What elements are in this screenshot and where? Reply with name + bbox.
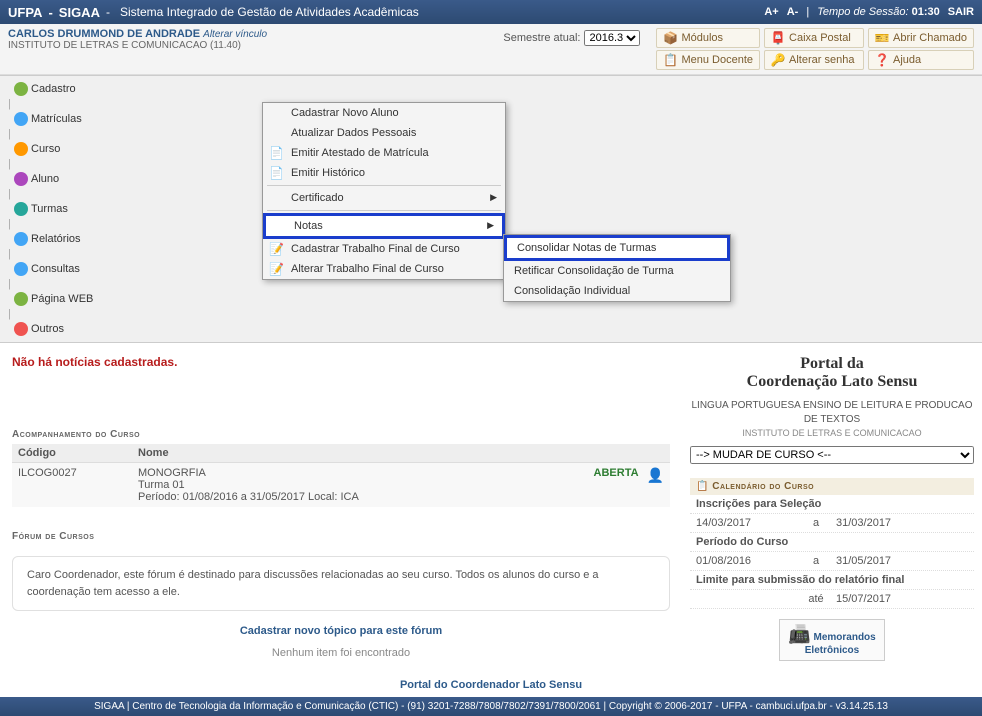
no-news-notice: Não há notícias cadastradas. — [12, 355, 670, 369]
col-codigo: Código — [18, 447, 138, 459]
quicklink-módulos[interactable]: 📦Módulos — [656, 28, 760, 48]
change-link[interactable]: Alterar vínculo — [203, 29, 267, 40]
menu-icon — [14, 232, 28, 246]
submenu-item-retificar-consolidação-de-turma[interactable]: Retificar Consolidação de Turma — [504, 261, 730, 281]
dropdown-item-icon: 📄 — [269, 146, 283, 160]
menu-icon — [14, 202, 28, 216]
aluno-dropdown: Cadastrar Novo AlunoAtualizar Dados Pess… — [262, 102, 506, 280]
dropdown-item-cadastrar-novo-aluno[interactable]: Cadastrar Novo Aluno — [263, 103, 505, 123]
menu-curso[interactable]: Curso — [8, 140, 99, 158]
submenu-item-consolidação-individual[interactable]: Consolidação Individual — [504, 281, 730, 301]
memo-button[interactable]: 📠 MemorandosEletrônicos — [779, 619, 884, 661]
semester-select[interactable]: 2016.3 — [584, 30, 640, 46]
cell-name1: MONOGRFIA — [138, 467, 594, 479]
user-name: CARLOS DRUMMOND DE ANDRADE — [8, 28, 200, 40]
quicklink-menu-docente[interactable]: 📋Menu Docente — [656, 50, 760, 70]
dropdown-item-atualizar-dados-pessoais[interactable]: Atualizar Dados Pessoais — [263, 123, 505, 143]
quicklink-icon: ❓ — [875, 53, 889, 67]
menu-icon — [14, 142, 28, 156]
cal-r1-d2: 31/03/2017 — [836, 517, 936, 529]
dropdown-item-certificado[interactable]: Certificado — [263, 188, 505, 208]
cell-status: ABERTA — [594, 467, 647, 503]
cell-name2: Turma 01 — [138, 479, 594, 491]
forum-new-topic-link[interactable]: Cadastrar novo tópico para este fórum — [240, 625, 442, 637]
dropdown-item-icon: 📄 — [269, 166, 283, 180]
quicklink-abrir-chamado[interactable]: 🎫Abrir Chamado — [868, 28, 974, 48]
menu-icon — [14, 292, 28, 306]
footer: SIGAA | Centro de Tecnologia da Informaç… — [0, 697, 982, 716]
cal-r1-d1: 14/03/2017 — [696, 517, 796, 529]
menu-página-web[interactable]: Página WEB — [8, 290, 99, 308]
session-label: Tempo de Sessão: — [817, 6, 908, 18]
menu-icon — [14, 172, 28, 186]
cal-r3-label: Limite para submissão do relatório final — [696, 574, 968, 586]
menu-aluno[interactable]: Aluno — [8, 170, 99, 188]
cal-r2-label: Período do Curso — [696, 536, 968, 548]
menu-icon — [14, 112, 28, 126]
font-decrease[interactable]: A- — [787, 6, 799, 18]
table-header: Código Nome — [12, 444, 670, 463]
dropdown-item-alterar-trabalho-final-de-curso[interactable]: 📝Alterar Trabalho Final de Curso — [263, 259, 505, 279]
forum-title: Fórum de Cursos — [12, 531, 670, 542]
user-dept: INSTITUTO DE LETRAS E COMUNICACAO (11.40… — [8, 40, 503, 51]
top-bar: UFPA - SIGAA - Sistema Integrado de Gest… — [0, 0, 982, 24]
exit-link[interactable]: SAIR — [948, 6, 974, 18]
dropdown-item-emitir-atestado-de-matrícula[interactable]: 📄Emitir Atestado de Matrícula — [263, 143, 505, 163]
quicklink-icon: 📦 — [663, 31, 677, 45]
quicklink-alterar-senha[interactable]: 🔑Alterar senha — [764, 50, 864, 70]
quicklink-icon: 📋 — [663, 53, 677, 67]
cal-r1-label: Inscrições para Seleção — [696, 498, 968, 510]
quicklink-icon: 🎫 — [875, 31, 889, 45]
cell-code: ILCOG0027 — [18, 467, 138, 503]
col-nome: Nome — [138, 447, 169, 459]
cal-r2-d2: 31/05/2017 — [836, 555, 936, 567]
menu-relatórios[interactable]: Relatórios — [8, 230, 99, 248]
acomp-title: Acompanhamento do Curso — [12, 429, 670, 440]
menu-icon — [14, 82, 28, 96]
menu-cadastro[interactable]: Cadastro — [8, 80, 99, 98]
course-dept: INSTITUTO DE LETRAS E COMUNICACAO — [690, 427, 974, 440]
person-icon[interactable]: 👤 — [647, 467, 664, 503]
cal-r2-d1: 01/08/2016 — [696, 555, 796, 567]
main-menu: Cadastro|Matrículas|Curso|Aluno|Turmas|R… — [0, 75, 982, 343]
session-time: 01:30 — [912, 6, 940, 18]
menu-icon — [14, 262, 28, 276]
font-increase[interactable]: A+ — [764, 6, 778, 18]
quicklink-icon: 🔑 — [771, 53, 785, 67]
cell-period: Período: 01/08/2016 a 31/05/2017 Local: … — [138, 491, 594, 503]
dropdown-item-notas[interactable]: Notas — [263, 213, 505, 239]
system-name: SIGAA — [59, 5, 100, 20]
menu-outros[interactable]: Outros — [8, 320, 99, 338]
portal-title: Portal da Coordenação Lato Sensu — [690, 355, 974, 391]
dropdown-item-emitir-histórico[interactable]: 📄Emitir Histórico — [263, 163, 505, 183]
dropdown-item-icon: 📝 — [269, 242, 283, 256]
menu-matrículas[interactable]: Matrículas — [8, 110, 99, 128]
course-name: LINGUA PORTUGUESA ENSINO DE LEITURA E PR… — [690, 399, 974, 427]
change-course-select[interactable]: --> MUDAR DE CURSO <-- — [690, 446, 974, 464]
menu-consultas[interactable]: Consultas — [8, 260, 99, 278]
dropdown-item-cadastrar-trabalho-final-de-curso[interactable]: 📝Cadastrar Trabalho Final de Curso — [263, 239, 505, 259]
portal-coord-link[interactable]: Portal do Coordenador Lato Sensu — [400, 679, 582, 691]
forum-text: Caro Coordenador, este fórum é destinado… — [12, 556, 670, 611]
quicklink-caixa-postal[interactable]: 📮Caixa Postal — [764, 28, 864, 48]
notas-submenu: Consolidar Notas de TurmasRetificar Cons… — [503, 234, 731, 302]
table-row: ILCOG0027 MONOGRFIA Turma 01 Período: 01… — [12, 463, 670, 507]
app-name: UFPA — [8, 5, 42, 20]
forum-empty: Nenhum item foi encontrado — [12, 647, 670, 659]
dropdown-item-icon: 📝 — [269, 262, 283, 276]
semester-label: Semestre atual: — [503, 32, 580, 44]
quicklink-ajuda[interactable]: ❓Ajuda — [868, 50, 974, 70]
cal-r3-d2: 15/07/2017 — [836, 593, 936, 605]
submenu-item-consolidar-notas-de-turmas[interactable]: Consolidar Notas de Turmas — [504, 235, 730, 261]
menu-turmas[interactable]: Turmas — [8, 200, 99, 218]
user-bar: CARLOS DRUMMOND DE ANDRADE Alterar víncu… — [0, 24, 982, 75]
system-subtitle: Sistema Integrado de Gestão de Atividade… — [120, 5, 419, 19]
calendar-title: 📋 Calendário do Curso — [690, 478, 974, 495]
quicklink-icon: 📮 — [771, 31, 785, 45]
menu-icon — [14, 322, 28, 336]
